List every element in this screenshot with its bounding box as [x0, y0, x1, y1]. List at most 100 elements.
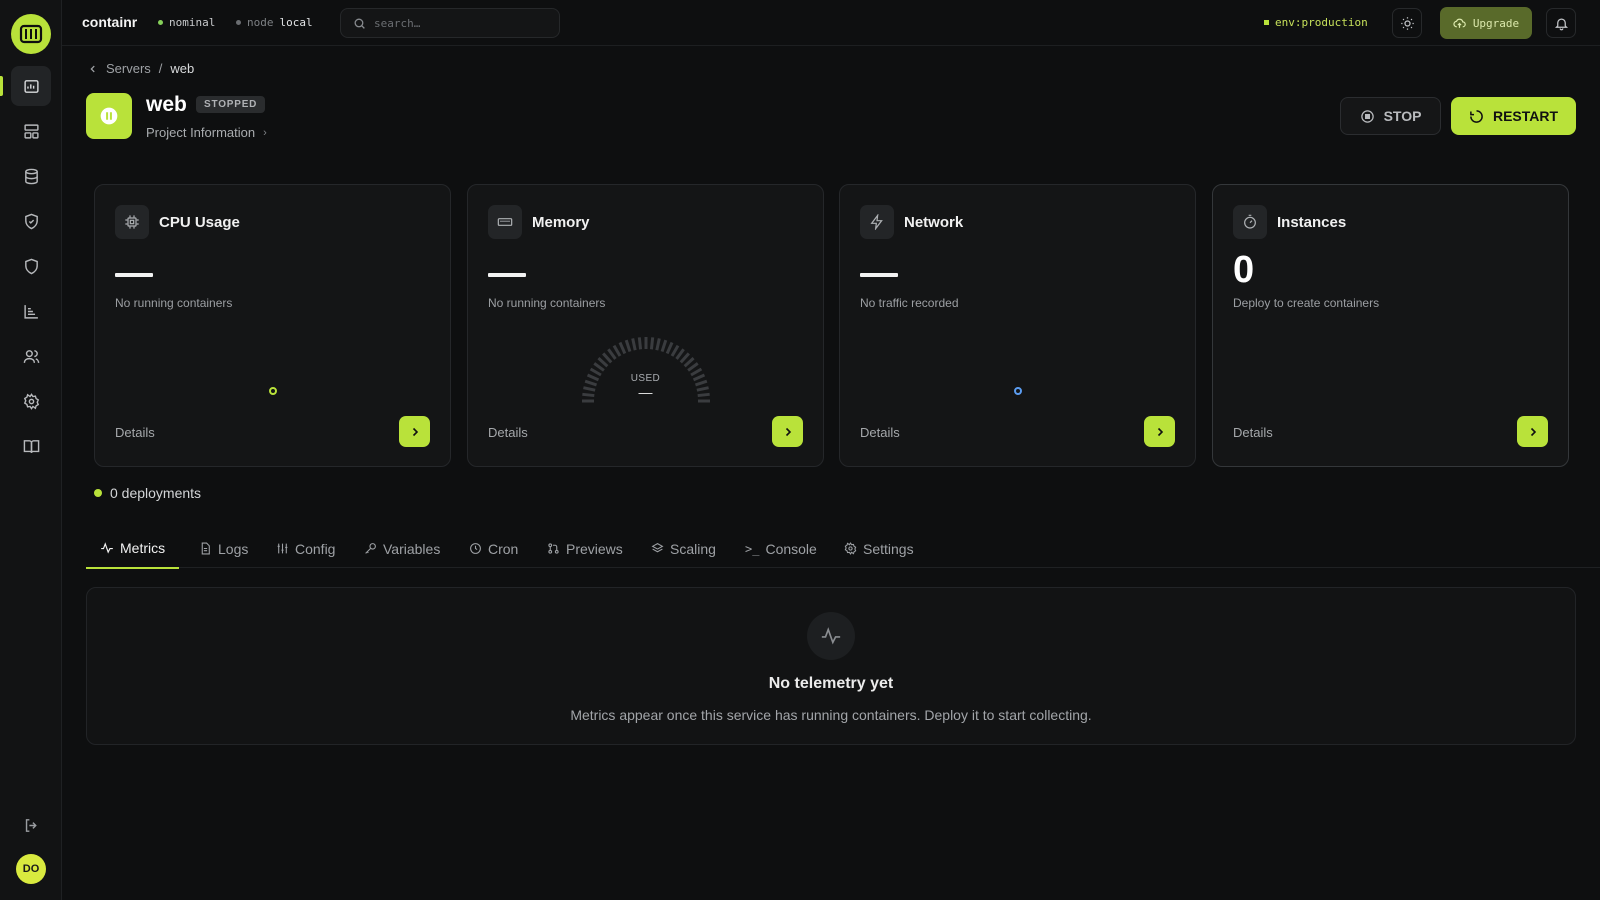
- shield-icon: [24, 258, 38, 274]
- memory-icon: [488, 205, 522, 239]
- instances-details-button[interactable]: [1517, 416, 1548, 447]
- cpu-details-button[interactable]: [399, 416, 430, 447]
- tab-label: Settings: [863, 540, 914, 557]
- container-logo-icon: [19, 24, 43, 44]
- env-dot: [1264, 20, 1269, 25]
- breadcrumb-separator: /: [158, 61, 163, 76]
- stop-circle-icon: [1360, 109, 1374, 123]
- network-details-link[interactable]: Details: [860, 425, 900, 440]
- tab-label: Variables: [383, 540, 441, 557]
- tab-config[interactable]: Config: [262, 528, 349, 569]
- notifications-button[interactable]: [1546, 8, 1576, 38]
- memory-details-button[interactable]: [772, 416, 803, 447]
- upgrade-button[interactable]: Upgrade: [1440, 7, 1532, 39]
- chevron-right-icon: [785, 427, 791, 436]
- theme-toggle-button[interactable]: [1392, 8, 1422, 38]
- cpu-value-placeholder: [115, 273, 153, 277]
- sidebar-item-dashboard[interactable]: [11, 66, 51, 106]
- status-badge: STOPPED: [196, 96, 266, 113]
- chevron-left-icon[interactable]: [88, 64, 98, 74]
- logout-button[interactable]: [11, 805, 51, 845]
- deployments-count: 0 deployments: [94, 485, 201, 501]
- analytics-icon: [23, 304, 38, 319]
- tab-settings[interactable]: Settings: [830, 528, 928, 569]
- network-value-placeholder: [860, 273, 898, 277]
- tab-metrics[interactable]: Metrics: [86, 528, 180, 569]
- lightning-icon: [860, 205, 894, 239]
- upgrade-label: Upgrade: [1472, 16, 1520, 30]
- tab-cron[interactable]: Cron: [455, 528, 532, 569]
- brand-name: containr: [82, 14, 138, 30]
- gauge-tick: [612, 344, 622, 357]
- node-label: node: [247, 16, 274, 29]
- tab-console[interactable]: >_ Console: [731, 528, 831, 569]
- sidebar-item-security[interactable]: [11, 201, 51, 241]
- instances-details-link[interactable]: Details: [1233, 425, 1273, 440]
- file-icon: [201, 542, 210, 555]
- gauge-tick: [660, 339, 668, 353]
- layers-icon: [651, 543, 664, 553]
- sidebar-item-settings[interactable]: [11, 381, 51, 421]
- gauge-tick: [687, 362, 699, 372]
- stop-button[interactable]: STOP: [1340, 97, 1441, 135]
- tab-scaling[interactable]: Scaling: [637, 528, 730, 569]
- logout-icon: [25, 818, 37, 832]
- memory-details-link[interactable]: Details: [488, 425, 528, 440]
- network-details-button[interactable]: [1144, 416, 1175, 447]
- memory-card-title: Memory: [532, 213, 590, 231]
- tab-label: Config: [295, 540, 336, 557]
- sidebar-item-analytics[interactable]: [11, 291, 51, 331]
- search-input[interactable]: [374, 16, 544, 30]
- search-icon: [354, 18, 365, 29]
- active-indicator: [0, 76, 3, 96]
- page-title: web: [146, 93, 187, 116]
- tab-previews[interactable]: Previews: [533, 528, 637, 569]
- restart-button[interactable]: RESTART: [1451, 97, 1576, 135]
- sidebar-item-database[interactable]: [11, 156, 51, 196]
- timer-icon: [1233, 205, 1267, 239]
- sidebar: DO: [0, 0, 62, 900]
- gauge-tick: [675, 348, 685, 360]
- gauge-tick: [665, 341, 674, 355]
- sliders-icon: [277, 543, 288, 554]
- restart-icon: [1470, 109, 1483, 123]
- tab-label: Previews: [566, 540, 623, 557]
- tab-label: Scaling: [670, 540, 716, 557]
- instances-card: Instances 0 Deploy to create containers …: [1212, 184, 1569, 467]
- memory-value-placeholder: [488, 273, 526, 277]
- tab-bar: Metrics Logs Config Variables Cron Previ…: [86, 528, 1600, 569]
- sidebar-item-policies[interactable]: [11, 246, 51, 286]
- system-status: nominal: [158, 16, 215, 29]
- network-idle-indicator: [1014, 387, 1022, 395]
- sidebar-item-templates[interactable]: [11, 111, 51, 151]
- sidebar-item-users[interactable]: [11, 336, 51, 376]
- node-indicator: node local: [236, 16, 313, 29]
- tab-label: Cron: [488, 540, 519, 557]
- project-info-link[interactable]: Project Information ›: [146, 125, 267, 140]
- env-indicator: env:production: [1264, 16, 1368, 29]
- gauge-tick: [597, 357, 609, 368]
- memory-card-subtitle: No running containers: [488, 296, 606, 310]
- gauge-tick: [593, 362, 605, 372]
- cpu-card-subtitle: No running containers: [115, 296, 233, 310]
- service-status-icon: [86, 93, 132, 139]
- sidebar-item-docs[interactable]: [11, 426, 51, 466]
- metrics-empty-state: No telemetry yet Metrics appear once thi…: [86, 587, 1576, 745]
- gauge-tick: [637, 337, 643, 350]
- cpu-card: CPU Usage No running containers Details: [94, 184, 451, 467]
- git-pull-request-icon: [548, 543, 559, 554]
- templates-icon: [23, 123, 39, 139]
- cpu-details-link[interactable]: Details: [115, 425, 155, 440]
- breadcrumb-parent[interactable]: Servers: [106, 61, 151, 76]
- tab-variables[interactable]: Variables: [350, 528, 454, 569]
- cpu-icon: [115, 205, 149, 239]
- chevron-right-icon: [412, 427, 418, 436]
- shield-check-icon: [24, 213, 38, 229]
- tab-logs[interactable]: Logs: [185, 528, 262, 569]
- app-logo[interactable]: [11, 14, 51, 54]
- search-box[interactable]: [340, 8, 560, 38]
- dashboard-icon: [23, 79, 39, 93]
- breadcrumb-current: web: [170, 61, 195, 76]
- avatar[interactable]: DO: [16, 854, 46, 884]
- cloud-upload-icon: [1453, 18, 1466, 28]
